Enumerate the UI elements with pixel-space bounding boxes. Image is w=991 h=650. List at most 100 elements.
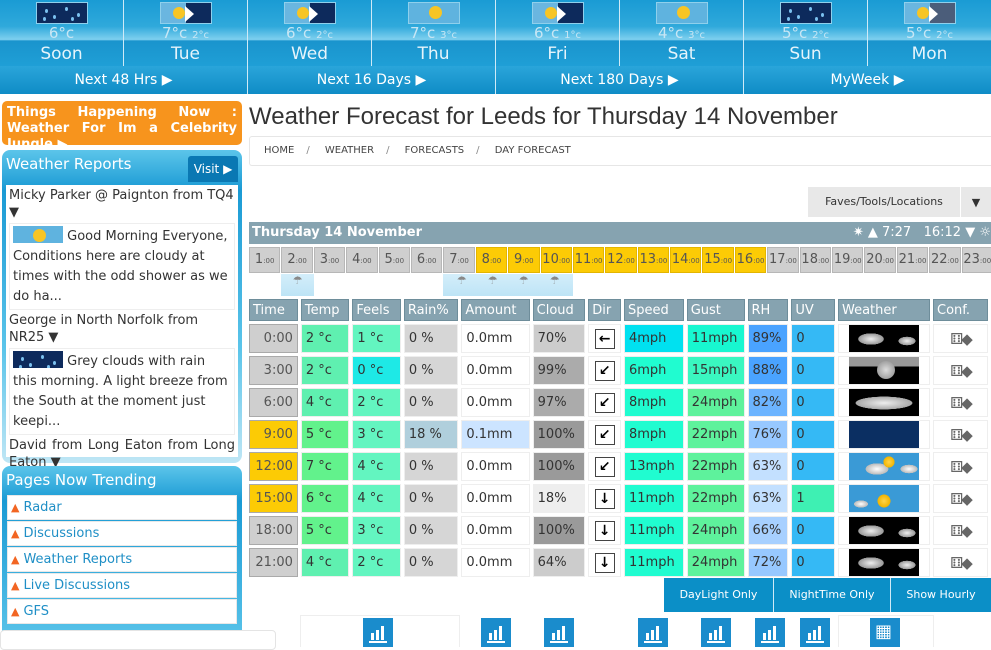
hour-button[interactable]: 8:00 [475,247,508,273]
hour-button[interactable]: 14:00 [670,247,702,273]
hour-button[interactable]: 15:00 [702,247,734,273]
column-header[interactable]: Gust [686,299,745,321]
show-hourly-button[interactable]: Show Hourly [891,578,991,612]
daylight-only-button[interactable]: DayLight Only [664,578,774,612]
next-48-hrs-button[interactable]: Next 48 Hrs ▶ [0,66,248,94]
breadcrumb-day-forecast[interactable]: DAY FORECAST [495,145,571,156]
confidence-cell[interactable]: ⚅◆ [933,516,988,545]
column-header[interactable]: Amount [461,299,530,321]
bar-chart-icon[interactable] [481,618,511,647]
column-header[interactable]: Feels [352,299,401,321]
forecast-day[interactable]: 5°c 2°c Mon [868,0,991,66]
breadcrumb-forecasts[interactable]: FORECASTS [405,145,465,156]
hour-button[interactable]: 16:00 [734,247,767,273]
column-header[interactable]: Cloud [532,299,586,321]
column-header[interactable]: Dir [588,299,621,321]
time-cell[interactable]: 12:00 [249,452,298,481]
faves-tools-locations-button[interactable]: Faves/Tools/Locations [808,187,960,217]
hour-button[interactable]: 2:00 [281,247,313,273]
myweek-button[interactable]: MyWeek ▶ [744,66,991,94]
bar-chart-icon[interactable] [363,618,393,647]
bar-chart-icon[interactable] [755,618,785,647]
hour-button[interactable]: 1:00 [249,247,281,273]
time-cell[interactable]: 3:00 [249,356,298,385]
column-header[interactable]: RH [747,299,789,321]
trending-link-gfs[interactable]: ▲ GFS [7,599,237,624]
visit-button[interactable]: Visit ▶ [188,156,238,182]
hour-button[interactable]: 9:00 [508,247,540,273]
confidence-cell[interactable]: ⚅◆ [933,420,988,449]
hour-button[interactable]: 18:00 [799,247,832,273]
bar-chart-icon[interactable] [800,618,830,647]
bar-chart-icon[interactable] [701,618,731,647]
confidence-cell[interactable]: ⚅◆ [933,484,988,513]
time-cell[interactable]: 15:00 [249,484,298,513]
confidence-dice-icon[interactable]: ⚅◆ [950,330,973,348]
report-body[interactable]: Good Morning Everyone, Conditions here a… [9,223,235,310]
column-header[interactable]: Conf. [933,299,988,321]
report-author[interactable]: George in North Norfolk from NR25 ▼ [6,310,238,348]
forecast-day[interactable]: 7°c 2°c Tue [124,0,248,66]
column-header[interactable]: Rain% [403,299,459,321]
chevron-down-icon[interactable]: ▼ [961,187,991,217]
hour-button[interactable]: 5:00 [378,247,410,273]
time-cell[interactable]: 0:00 [249,324,298,353]
column-header[interactable]: Weather [838,299,930,321]
confidence-dice-icon[interactable]: ⚅◆ [950,362,973,380]
trending-link-weather-reports[interactable]: ▲ Weather Reports [7,547,237,572]
hour-button[interactable]: 11:00 [572,247,605,273]
confidence-cell[interactable]: ⚅◆ [933,548,988,577]
bar-chart-icon[interactable] [638,618,668,647]
breadcrumb-home[interactable]: HOME [264,145,294,156]
forecast-day[interactable]: 6°c 2°c Wed [248,0,372,66]
confidence-cell[interactable]: ⚅◆ [933,452,988,481]
next-180-days-button[interactable]: Next 180 Days ▶ [496,66,744,94]
column-header[interactable]: Temp [300,299,350,321]
hour-button[interactable]: 22:00 [929,247,961,273]
hour-button[interactable]: 20:00 [864,247,896,273]
confidence-dice-icon[interactable]: ⚅◆ [950,426,973,444]
things-happening-banner[interactable]: Things Happening Now : Weather For Im a … [2,101,242,152]
forecast-day[interactable]: 5°c 2°c Sun [744,0,868,66]
forecast-day[interactable]: 7°c 3°c Thu [372,0,496,66]
trending-link-discussions[interactable]: ▲ Discussions [7,521,237,546]
hour-button[interactable]: 23:00 [961,247,991,273]
column-header[interactable]: Speed [624,299,684,321]
column-header[interactable]: UV [791,299,835,321]
trending-link-radar[interactable]: ▲ Radar [7,495,237,520]
hour-button[interactable]: 12:00 [605,247,637,273]
trending-link-live-discussions[interactable]: ▲ Live Discussions [7,573,237,598]
bar-chart-icon[interactable] [544,618,574,647]
nighttime-only-button[interactable]: NightTime Only [774,578,891,612]
forecast-day[interactable]: 4°c 3°c Sat [620,0,744,66]
hour-button[interactable]: 6:00 [410,247,443,273]
confidence-cell[interactable]: ⚅◆ [933,356,988,385]
hour-button[interactable]: 3:00 [313,247,346,273]
time-cell[interactable]: 6:00 [249,388,298,417]
time-cell[interactable]: 9:00 [249,420,298,449]
next-16-days-button[interactable]: Next 16 Days ▶ [248,66,496,94]
hour-button[interactable]: 17:00 [767,247,799,273]
hour-button[interactable]: 13:00 [637,247,670,273]
confidence-cell[interactable]: ⚅◆ [933,388,988,417]
breadcrumb-weather[interactable]: WEATHER [325,145,374,156]
time-cell[interactable]: 21:00 [249,548,298,577]
forecast-day[interactable]: 6°c Soon [0,0,124,66]
confidence-dice-icon[interactable]: ⚅◆ [950,522,973,540]
hour-button[interactable]: 7:00 [443,247,475,273]
report-author[interactable]: Micky Parker @ Paignton from TQ4 ▼ [6,185,238,223]
hour-button[interactable]: 21:00 [896,247,929,273]
confidence-dice-icon[interactable]: ⚅◆ [950,458,973,476]
report-body[interactable]: Grey clouds with rain this morning. A li… [9,348,235,435]
time-cell[interactable]: 18:00 [249,516,298,545]
confidence-cell[interactable]: ⚅◆ [933,324,988,353]
column-header[interactable]: Time [249,299,298,321]
confidence-dice-icon[interactable]: ⚅◆ [950,554,973,572]
map-icon[interactable]: ▦ [870,618,900,647]
confidence-dice-icon[interactable]: ⚅◆ [950,490,973,508]
hour-button[interactable]: 4:00 [346,247,378,273]
confidence-dice-icon[interactable]: ⚅◆ [950,394,973,412]
forecast-day[interactable]: 6°c 1°c Fri [496,0,620,66]
hour-button[interactable]: 10:00 [540,247,572,273]
hour-button[interactable]: 19:00 [832,247,864,273]
